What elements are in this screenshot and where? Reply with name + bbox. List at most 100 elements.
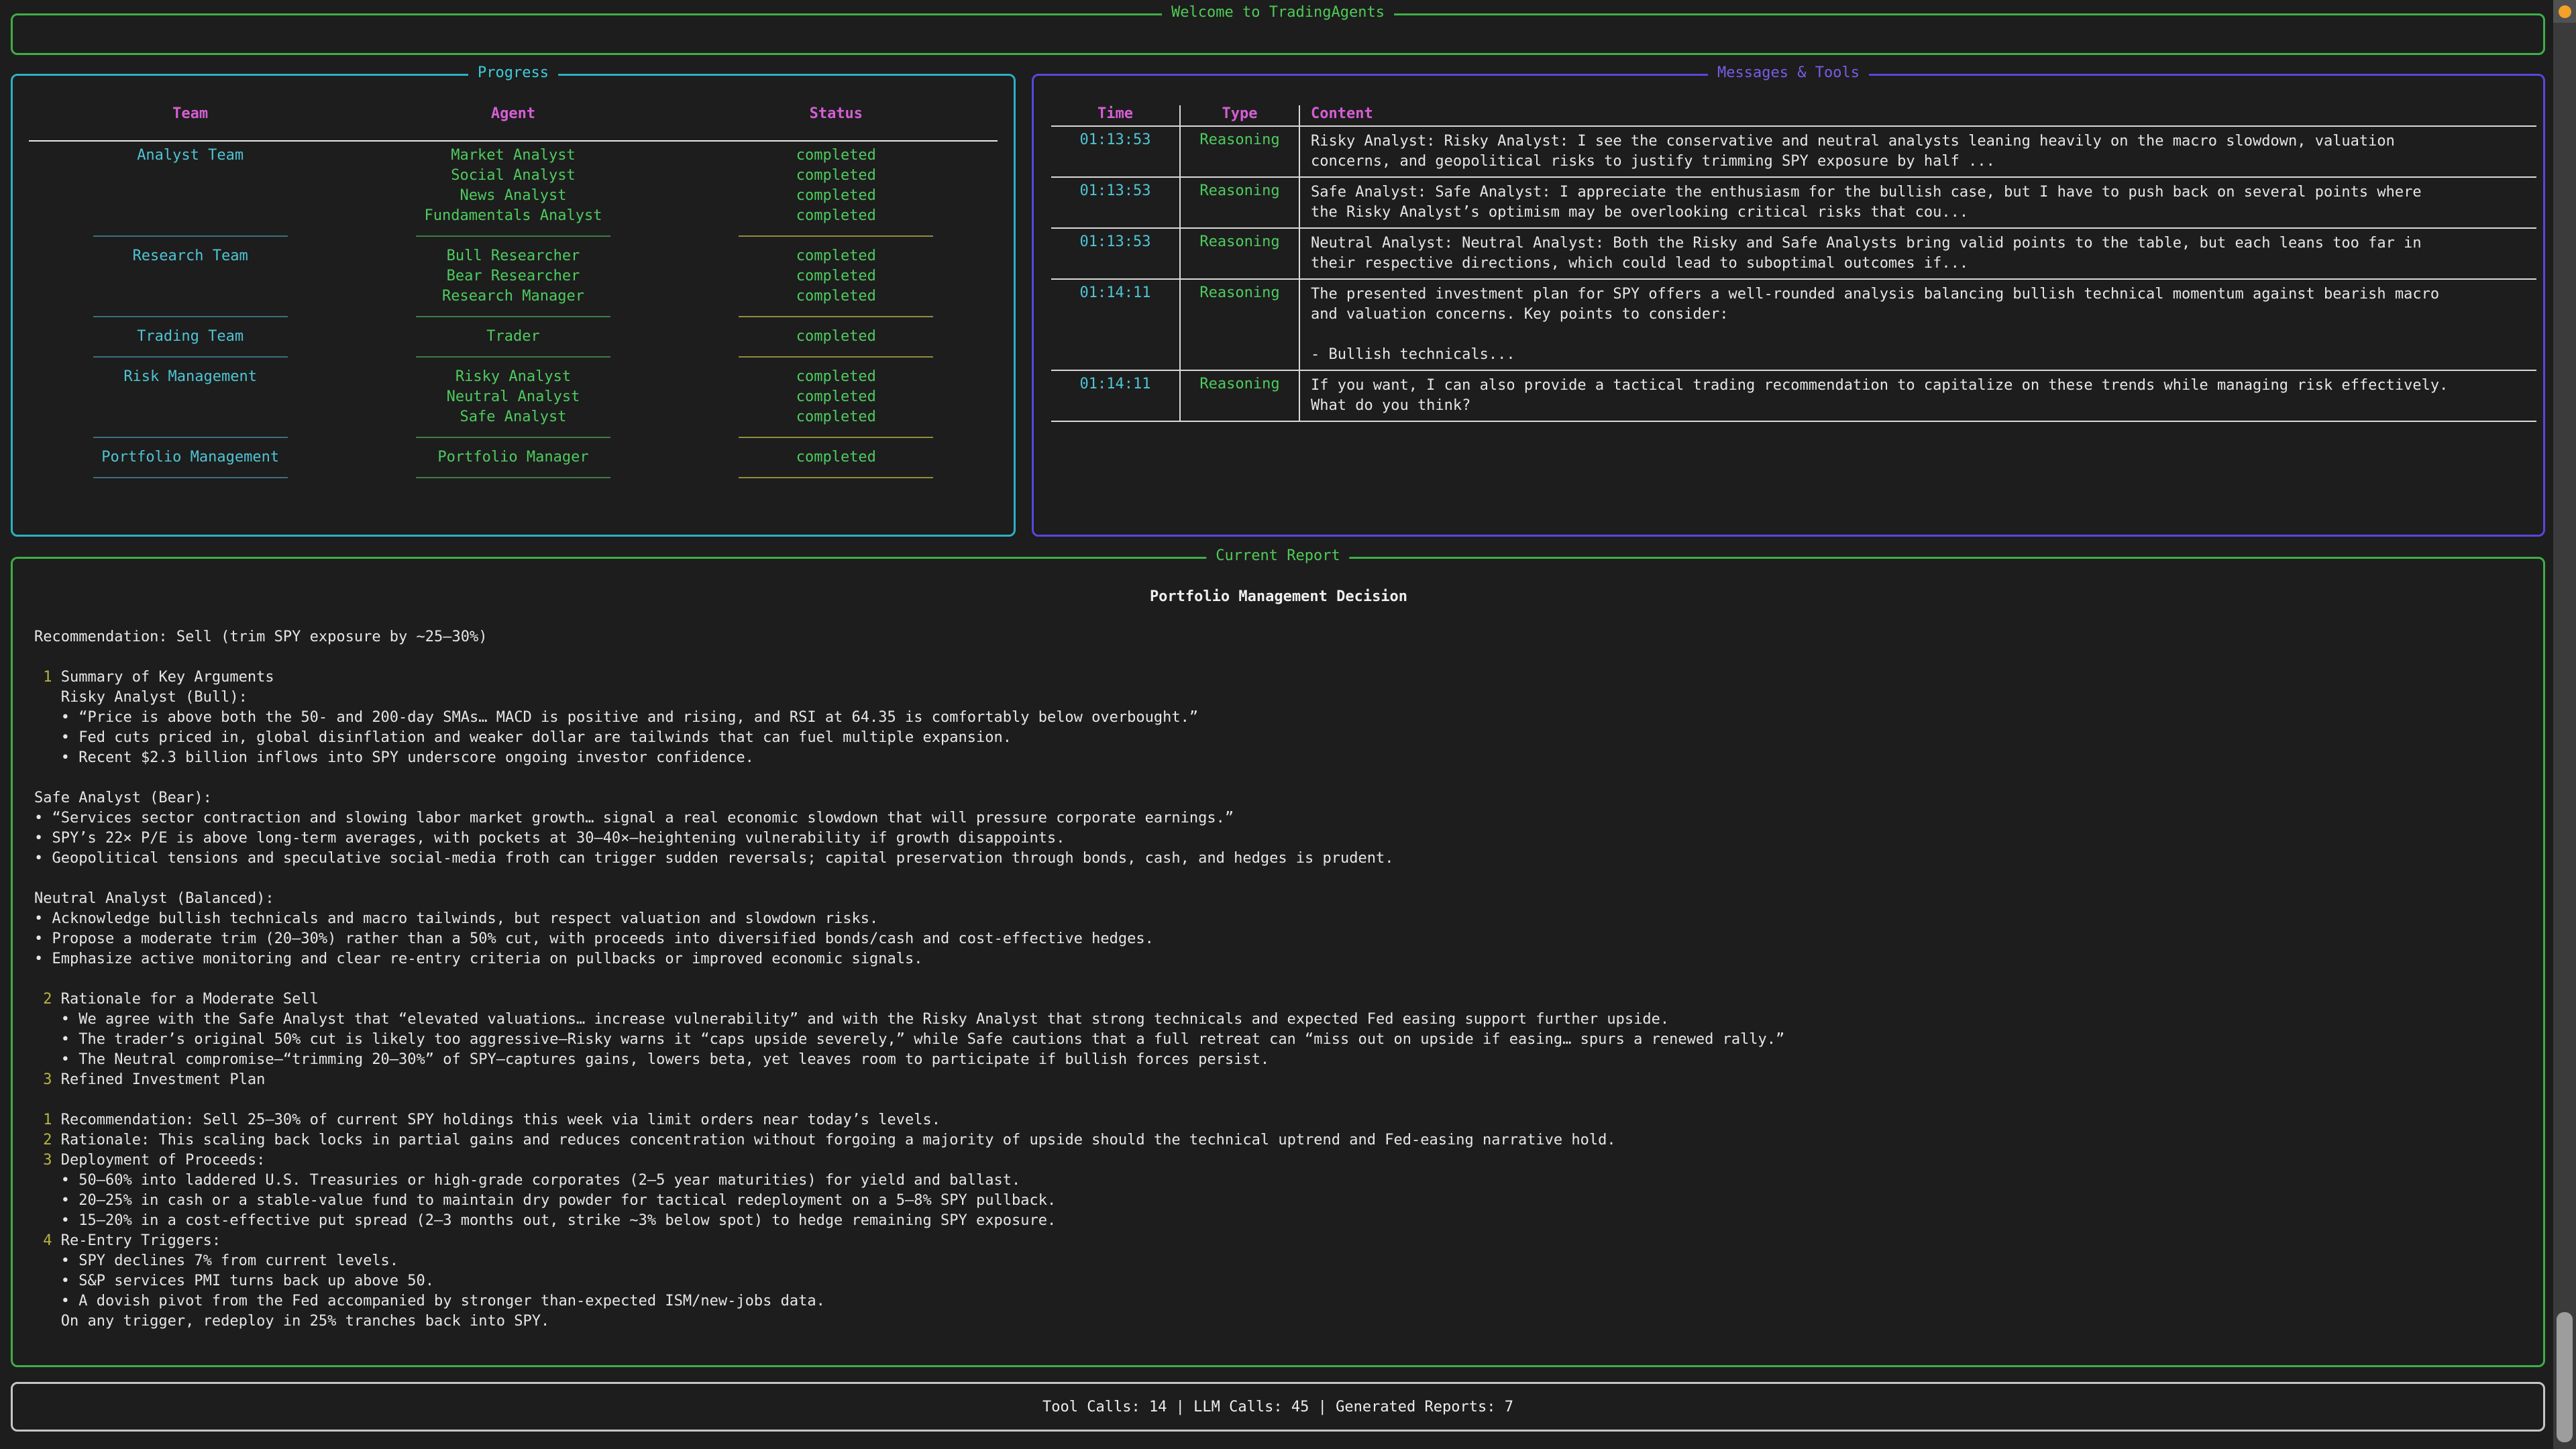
status-cell: completed xyxy=(675,246,998,266)
report-title: Current Report xyxy=(1206,547,1349,564)
status-cell: completed xyxy=(675,206,998,226)
team-cell: Analyst Team xyxy=(29,146,352,166)
report-line: Risky Analyst (Bull): xyxy=(34,688,2523,708)
message-time: 01:14:11 xyxy=(1051,280,1181,370)
report-line xyxy=(34,869,2523,889)
progress-row: Safe Analystcompleted xyxy=(29,407,998,427)
message-row: 01:13:53ReasoningNeutral Analyst: Neutra… xyxy=(1051,229,2536,280)
progress-row: Portfolio ManagementPortfolio Managercom… xyxy=(29,447,998,468)
report-line: 3 Refined Investment Plan xyxy=(34,1070,2523,1090)
message-row: 01:13:53ReasoningRisky Analyst: Risky An… xyxy=(1051,127,2536,178)
status-cell: completed xyxy=(675,266,998,286)
report-line: • SPY declines 7% from current levels. xyxy=(34,1251,2523,1271)
agent-cell: Trader xyxy=(352,327,674,347)
progress-table: Team Agent Status Analyst TeamMarket Ana… xyxy=(13,76,1014,488)
report-line: 4 Re-Entry Triggers: xyxy=(34,1231,2523,1251)
report-line: • A dovish pivot from the Fed accompanie… xyxy=(34,1291,2523,1311)
message-line: and valuation concerns. Key points to co… xyxy=(1311,305,2527,325)
message-line: - Bullish technicals... xyxy=(1311,345,2527,365)
progress-row: Fundamentals Analystcompleted xyxy=(29,206,998,226)
team-cell xyxy=(29,407,352,427)
agent-cell: Portfolio Manager xyxy=(352,447,674,468)
scrollbar-top-button[interactable] xyxy=(2553,0,2576,23)
message-content: If you want, I can also provide a tactic… xyxy=(1300,371,2536,421)
message-type: Reasoning xyxy=(1181,280,1300,370)
progress-row: Research Managercompleted xyxy=(29,286,998,307)
progress-col-status: Status xyxy=(675,105,998,125)
report-line: 1 Recommendation: Sell 25–30% of current… xyxy=(34,1110,2523,1130)
progress-group-separator xyxy=(29,468,998,488)
report-line: • The Neutral compromise—“trimming 20–30… xyxy=(34,1050,2523,1070)
progress-row: News Analystcompleted xyxy=(29,186,998,206)
agent-cell: Risky Analyst xyxy=(352,367,674,387)
footer-panel: Tool Calls: 14 | LLM Calls: 45 | Generat… xyxy=(11,1382,2545,1432)
message-time: 01:13:53 xyxy=(1051,229,1181,278)
message-time: 01:13:53 xyxy=(1051,127,1181,176)
report-line xyxy=(34,969,2523,989)
report-line: • 20–25% in cash or a stable-value fund … xyxy=(34,1191,2523,1211)
scrollbar-thumb[interactable] xyxy=(2557,1312,2573,1442)
team-cell: Portfolio Management xyxy=(29,447,352,468)
report-line: Safe Analyst (Bear): xyxy=(34,788,2523,808)
team-cell xyxy=(29,387,352,407)
report-line: • S&P services PMI turns back up above 5… xyxy=(34,1271,2523,1291)
status-cell: completed xyxy=(675,186,998,206)
report-line: • Propose a moderate trim (20–30%) rathe… xyxy=(34,929,2523,949)
status-cell: completed xyxy=(675,327,998,347)
progress-col-agent: Agent xyxy=(352,105,674,125)
message-row: 01:14:11ReasoningIf you want, I can also… xyxy=(1051,371,2536,422)
agent-cell: Fundamentals Analyst xyxy=(352,206,674,226)
report-line: • Geopolitical tensions and speculative … xyxy=(34,849,2523,869)
progress-group-separator xyxy=(29,307,998,327)
team-cell xyxy=(29,266,352,286)
messages-table-header: Time Type Content xyxy=(1051,105,2536,127)
agent-cell: Market Analyst xyxy=(352,146,674,166)
messages-title: Messages & Tools xyxy=(1708,64,1869,81)
report-line: 2 Rationale for a Moderate Sell xyxy=(34,989,2523,1010)
progress-group-separator xyxy=(29,226,998,246)
scrollbar-track[interactable] xyxy=(2553,0,2576,1449)
welcome-panel: Welcome to TradingAgents xyxy=(11,13,2545,55)
status-cell: completed xyxy=(675,166,998,186)
report-line xyxy=(34,1090,2523,1110)
report-line: • “Price is above both the 50- and 200-d… xyxy=(34,708,2523,728)
message-line: Safe Analyst: Safe Analyst: I appreciate… xyxy=(1311,182,2527,203)
message-line: Risky Analyst: Risky Analyst: I see the … xyxy=(1311,131,2527,152)
progress-row: Analyst TeamMarket Analystcompleted xyxy=(29,146,998,166)
progress-panel: Progress Team Agent Status Analyst TeamM… xyxy=(11,74,1016,537)
report-heading: Portfolio Management Decision xyxy=(34,587,2523,607)
messages-col-type: Type xyxy=(1181,105,1300,125)
message-row: 01:13:53ReasoningSafe Analyst: Safe Anal… xyxy=(1051,178,2536,229)
report-line: On any trigger, redeploy in 25% tranches… xyxy=(34,1311,2523,1332)
progress-table-body: Analyst TeamMarket AnalystcompletedSocia… xyxy=(29,146,998,488)
report-line: • Acknowledge bullish technicals and mac… xyxy=(34,909,2523,929)
progress-group-separator xyxy=(29,427,998,447)
report-line: 3 Deployment of Proceeds: xyxy=(34,1150,2523,1171)
report-line xyxy=(34,647,2523,667)
message-content: Safe Analyst: Safe Analyst: I appreciate… xyxy=(1300,178,2536,227)
report-line: • The trader’s original 50% cut is likel… xyxy=(34,1030,2523,1050)
progress-row: Research TeamBull Researchercompleted xyxy=(29,246,998,266)
agent-cell: Safe Analyst xyxy=(352,407,674,427)
team-cell: Risk Management xyxy=(29,367,352,387)
message-content: The presented investment plan for SPY of… xyxy=(1300,280,2536,370)
progress-table-header: Team Agent Status xyxy=(29,105,998,125)
report-line: • We agree with the Safe Analyst that “e… xyxy=(34,1010,2523,1030)
status-cell: completed xyxy=(675,286,998,307)
message-time: 01:14:11 xyxy=(1051,371,1181,421)
report-line: 2 Rationale: This scaling back locks in … xyxy=(34,1130,2523,1150)
message-line: their respective directions, which could… xyxy=(1311,254,2527,274)
progress-row: Bear Researchercompleted xyxy=(29,266,998,286)
message-content: Risky Analyst: Risky Analyst: I see the … xyxy=(1300,127,2536,176)
message-type: Reasoning xyxy=(1181,178,1300,227)
welcome-title: Welcome to TradingAgents xyxy=(1162,4,1394,21)
message-content: Neutral Analyst: Neutral Analyst: Both t… xyxy=(1300,229,2536,278)
team-cell: Research Team xyxy=(29,246,352,266)
report-line: • Emphasize active monitoring and clear … xyxy=(34,949,2523,969)
messages-col-content: Content xyxy=(1300,105,2536,125)
report-body: Recommendation: Sell (trim SPY exposure … xyxy=(34,627,2523,1332)
progress-row: Social Analystcompleted xyxy=(29,166,998,186)
report-line: • 15–20% in a cost-effective put spread … xyxy=(34,1211,2523,1231)
progress-row: Trading TeamTradercompleted xyxy=(29,327,998,347)
status-cell: completed xyxy=(675,447,998,468)
